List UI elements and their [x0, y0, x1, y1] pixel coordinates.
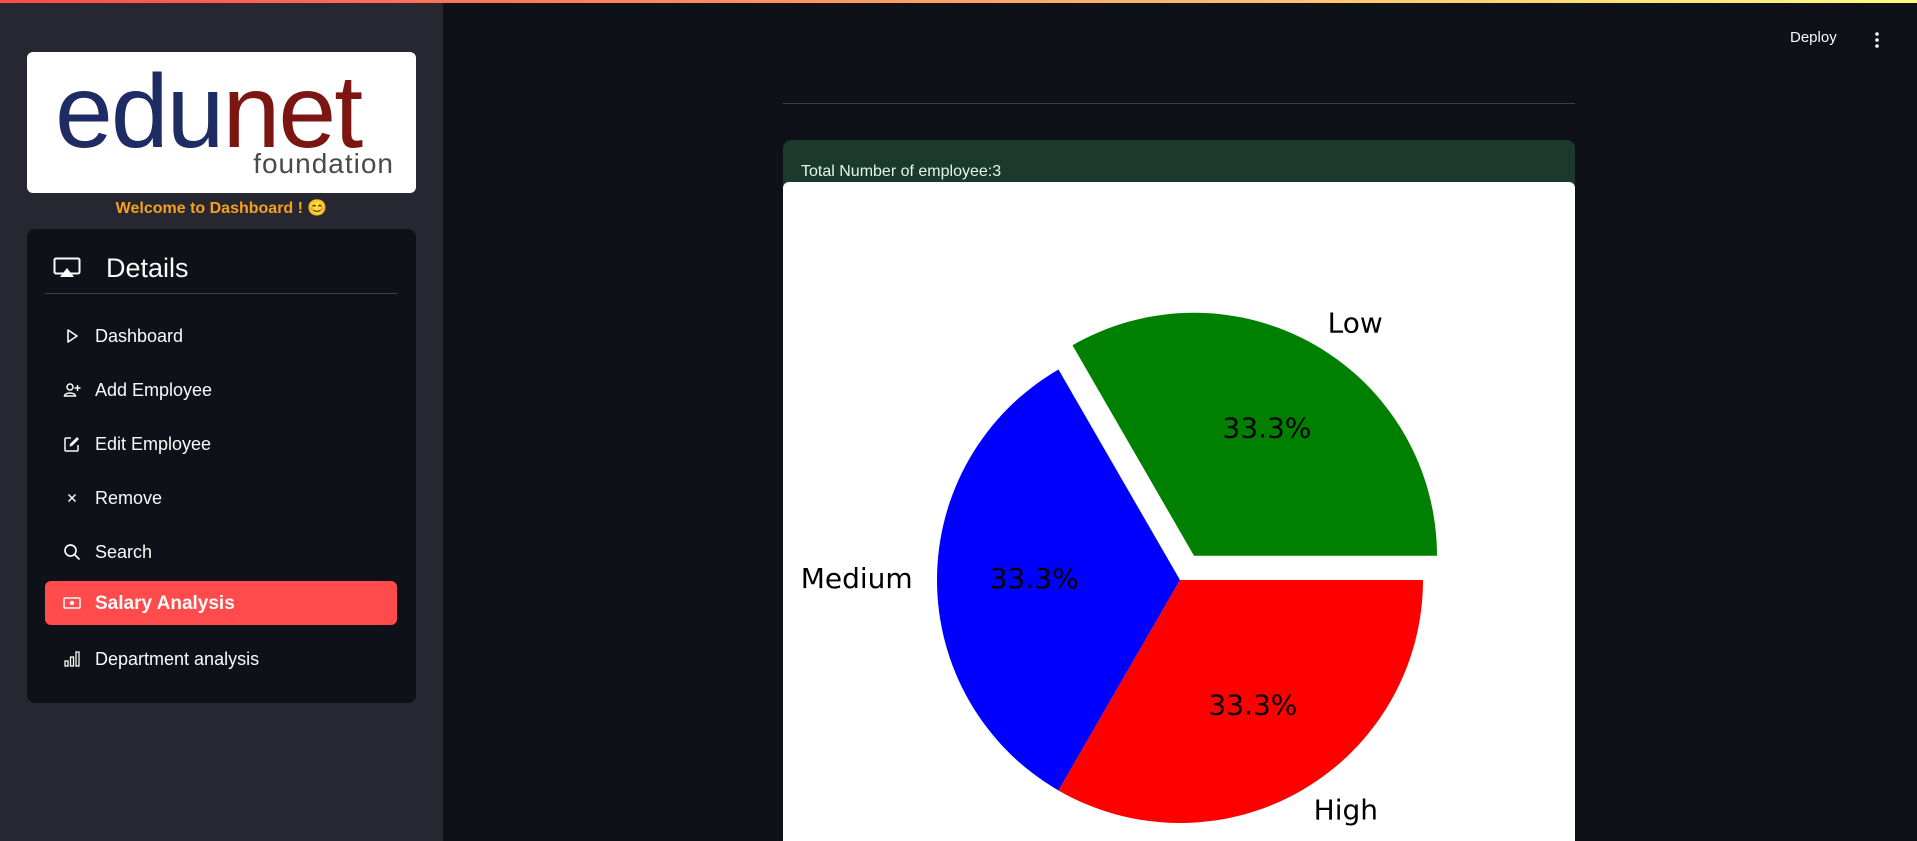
deploy-button[interactable]: Deploy [1790, 29, 1837, 46]
cash-icon [63, 594, 81, 612]
person-add-icon [63, 381, 81, 399]
sidebar-item-label: Add Employee [95, 380, 213, 400]
welcome-text: Welcome to Dashboard ! 😊 [115, 200, 328, 217]
sidebar-item-label: Dashboard [95, 326, 184, 346]
play-outline-icon [63, 327, 81, 345]
x-icon [63, 489, 81, 507]
horizontal-divider [783, 103, 1575, 104]
logo-edu: edu [55, 54, 225, 170]
salary-pie-chart: 33.3% Low 33.3% Medium 33.3% High [783, 182, 1575, 841]
pie-chart-svg: 33.3% Low 33.3% Medium 33.3% High [801, 306, 1437, 826]
sidebar-item-department-analysis[interactable]: Department analysis [45, 637, 397, 681]
sidebar-item-add-employee[interactable]: Add Employee [45, 368, 397, 412]
pie-category-label: Low [1328, 306, 1383, 339]
sidebar-item-label: Edit Employee [95, 434, 212, 454]
logo-subtext: foundation [253, 148, 394, 179]
sidebar-item-label: Search [95, 542, 153, 562]
sidebar-item-label: Department analysis [95, 649, 260, 669]
sidebar-item-label: Remove [95, 488, 163, 508]
sidebar-item-search[interactable]: Search [45, 530, 397, 574]
sidebar-item-salary-analysis[interactable]: Salary Analysis [45, 581, 397, 625]
search-icon [63, 543, 81, 561]
menu-title: Details [106, 253, 189, 283]
sidebar: edunet foundation Welcome to Dashboard !… [0, 3, 443, 841]
sidebar-item-edit-employee[interactable]: Edit Employee [45, 422, 397, 466]
pie-pct-label: 33.3% [1208, 688, 1297, 721]
bar-chart-icon [63, 650, 81, 668]
edunet-logo: edunet foundation [27, 52, 416, 193]
employee-count-text: Total Number of employee:3 [801, 163, 1002, 180]
menu-header: Details [45, 243, 397, 294]
pie-pct-label: 33.3% [1222, 411, 1311, 444]
pie-category-label: High [1314, 793, 1378, 826]
pencil-square-icon [63, 435, 81, 453]
sidebar-item-label: Salary Analysis [95, 593, 235, 614]
pie-pct-label: 33.3% [990, 562, 1079, 595]
main-menu-icon[interactable] [1870, 31, 1884, 54]
option-menu: Details Dashboard Add Employee Edit Empl… [27, 229, 416, 703]
sidebar-item-dashboard[interactable]: Dashboard [45, 314, 397, 358]
pie-category-label: Medium [801, 562, 913, 595]
cast-icon [53, 257, 81, 284]
sidebar-item-remove[interactable]: Remove [45, 476, 397, 520]
